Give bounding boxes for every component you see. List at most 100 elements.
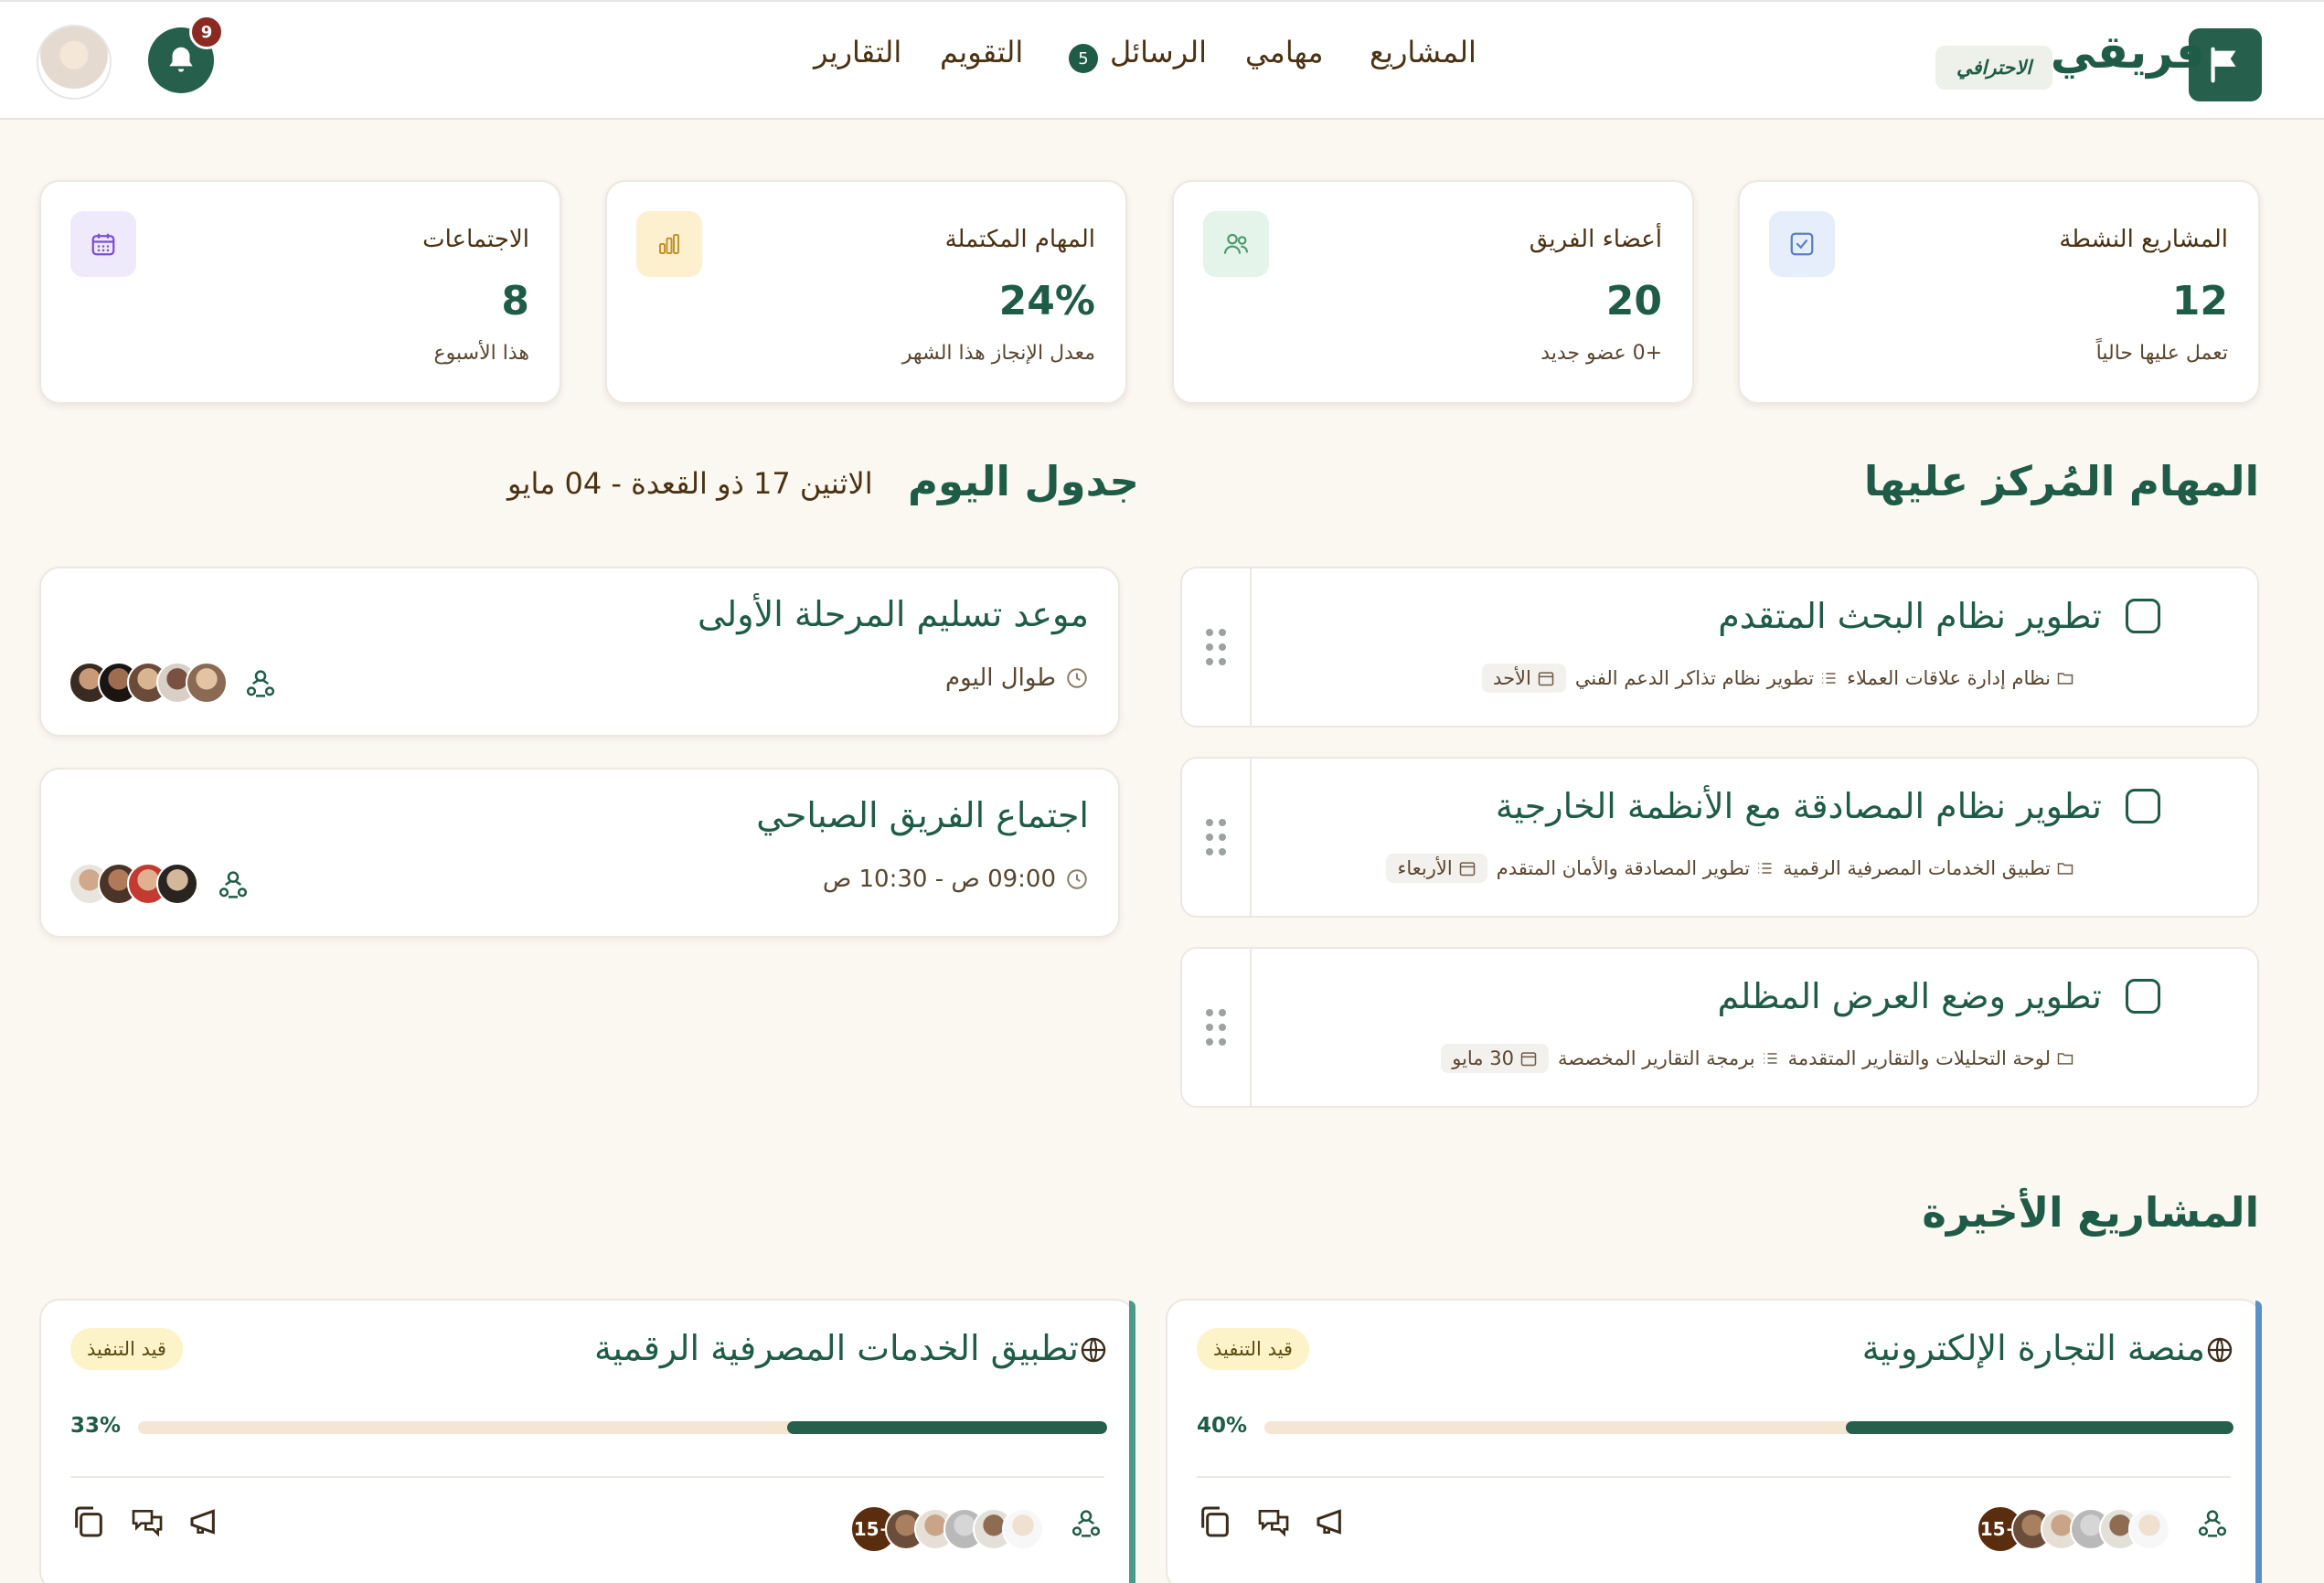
- stat-value: 20: [1605, 278, 1662, 324]
- task-title: تطوير نظام البحث المتقدم: [1718, 596, 2102, 636]
- user-avatar[interactable]: [37, 25, 112, 100]
- schedule-event-card[interactable]: موعد تسليم المرحلة الأولى طوال اليوم: [39, 567, 1120, 737]
- bell-icon: [169, 47, 193, 72]
- participants-icon: [1071, 1510, 1101, 1537]
- stat-subtitle: +0 عضو جديد: [1540, 342, 1662, 365]
- folder-icon: [2057, 1053, 2073, 1065]
- task-meta: تطبيق الخدمات المصرفية الرقمية تطوير الم…: [1386, 854, 2074, 883]
- files-icon[interactable]: [1197, 1503, 1233, 1540]
- participants-icon: [246, 670, 275, 697]
- stat-card-active-projects: المشاريع النشطة 12 تعمل عليها حالياً: [1738, 180, 2260, 404]
- project-card[interactable]: تطبيق الخدمات المصرفية الرقمية قيد التنف…: [39, 1299, 1135, 1583]
- megaphone-icon[interactable]: [187, 1503, 224, 1540]
- progress-percent: 40%: [1197, 1414, 1248, 1438]
- task-due-chip: الأربعاء: [1386, 854, 1487, 883]
- stat-icon-box: [636, 211, 702, 277]
- project-members[interactable]: 15+: [1977, 1505, 2170, 1553]
- stat-value: 24%: [998, 278, 1095, 324]
- participants-icon-wrap: [242, 665, 279, 702]
- stat-title: المهام المكتملة: [944, 226, 1095, 253]
- calendar-icon: [1520, 1052, 1537, 1067]
- event-title: اجتماع الفريق الصباحي: [756, 795, 1089, 835]
- project-status-badge: قيد التنفيذ: [1197, 1328, 1309, 1370]
- project-accent: [1129, 1301, 1135, 1583]
- project-members[interactable]: 15+: [850, 1505, 1044, 1553]
- task-list: برمجة التقارير المخصصة: [1558, 1047, 1779, 1069]
- event-time: 09:00 ص - 10:30 ص: [823, 866, 1089, 893]
- stat-value: 8: [501, 278, 529, 324]
- task-checkbox[interactable]: [2126, 979, 2160, 1014]
- messages-count-badge: 5: [1069, 44, 1098, 73]
- focus-task-card[interactable]: تطوير نظام البحث المتقدم نظام إدارة علاق…: [1180, 567, 2259, 728]
- nav-calendar[interactable]: التقويم: [940, 35, 1023, 69]
- flag-icon: [2211, 47, 2236, 83]
- schedule-date: الاثنين 17 ذو القعدة - 04 مايو: [507, 466, 873, 501]
- task-due-date: الأحد: [1493, 667, 1531, 689]
- megaphone-icon[interactable]: [1314, 1503, 1350, 1540]
- stat-title: أعضاء الفريق: [1529, 226, 1662, 253]
- project-status-badge: قيد التنفيذ: [70, 1328, 183, 1370]
- event-title: موعد تسليم المرحلة الأولى: [697, 594, 1089, 634]
- comments-icon[interactable]: [129, 1503, 165, 1540]
- globe-icon-wrap: [1079, 1335, 1108, 1365]
- event-time-text: طوال اليوم: [944, 664, 1056, 692]
- participant-avatar: [186, 662, 228, 704]
- participants-icon-wrap: [215, 866, 251, 903]
- task-meta: نظام إدارة علاقات العملاء تطوير نظام تذا…: [1482, 664, 2074, 693]
- event-participants[interactable]: [69, 863, 198, 905]
- clock-icon: [1067, 869, 1087, 889]
- event-time: طوال اليوم: [945, 664, 1089, 692]
- calendar-icon: [1459, 862, 1475, 876]
- globe-icon: [1081, 1337, 1106, 1363]
- checkbox-icon: [1790, 232, 1814, 256]
- project-accent: [2255, 1301, 2262, 1583]
- nav-messages[interactable]: الرسائل: [1110, 35, 1207, 69]
- stat-icon-box: [1769, 211, 1835, 277]
- clock-icon: [1067, 668, 1087, 688]
- progress-fill: [1846, 1421, 2233, 1434]
- project-card[interactable]: منصة التجارة الإلكترونية قيد التنفيذ 40%…: [1166, 1299, 2262, 1583]
- stat-subtitle: هذا الأسبوع: [433, 342, 529, 365]
- task-project-name: تطبيق الخدمات المصرفية الرقمية: [1783, 857, 2051, 879]
- stat-card-team-members: أعضاء الفريق 20 +0 عضو جديد: [1172, 180, 1694, 404]
- progress-bar: [138, 1421, 1107, 1434]
- task-project: نظام إدارة علاقات العملاء: [1847, 667, 2074, 689]
- list-icon: [1822, 673, 1836, 684]
- folder-icon: [2057, 673, 2073, 685]
- list-icon: [1763, 1053, 1777, 1064]
- calendar-icon: [1538, 672, 1554, 686]
- drag-dots-icon: [1206, 819, 1226, 855]
- focus-task-card[interactable]: تطوير وضع العرض المظلم لوحة التحليلات وا…: [1180, 947, 2259, 1108]
- stat-card-completed-tasks: المهام المكتملة 24% معدل الإنجاز هذا الش…: [605, 180, 1127, 404]
- task-due-chip: الأحد: [1482, 664, 1566, 693]
- list-icon: [1758, 863, 1772, 874]
- divider: [1197, 1476, 2231, 1478]
- bar-chart-icon: [659, 234, 679, 254]
- schedule-event-card[interactable]: اجتماع الفريق الصباحي 09:00 ص - 10:30 ص: [39, 768, 1120, 938]
- task-meta: لوحة التحليلات والتقارير المتقدمة برمجة …: [1441, 1044, 2074, 1073]
- task-list-name: برمجة التقارير المخصصة: [1557, 1047, 1755, 1069]
- plan-badge: الاحترافي: [1935, 46, 2052, 90]
- drag-handle[interactable]: [1182, 759, 1252, 916]
- nav-my-tasks[interactable]: مهامي: [1245, 35, 1323, 69]
- focus-tasks-heading: المهام المُركز عليها: [1863, 457, 2259, 505]
- task-due-chip: 30 مايو: [1441, 1044, 1549, 1073]
- drag-handle[interactable]: [1182, 949, 1252, 1106]
- comments-icon[interactable]: [1255, 1503, 1292, 1540]
- progress-fill: [787, 1421, 1107, 1434]
- nav-projects[interactable]: المشاريع: [1370, 35, 1476, 69]
- task-checkbox[interactable]: [2126, 599, 2160, 633]
- stat-value: 12: [2171, 278, 2228, 324]
- files-icon[interactable]: [70, 1503, 107, 1540]
- task-due-date: 30 مايو: [1452, 1047, 1514, 1069]
- task-list: تطوير المصادقة والأمان المتقدم: [1497, 857, 1774, 879]
- nav-reports[interactable]: التقارير: [814, 35, 901, 69]
- drag-handle[interactable]: [1182, 568, 1252, 726]
- event-participants[interactable]: [69, 662, 228, 704]
- members-icon-wrap: [1068, 1505, 1104, 1542]
- task-project-name: لوحة التحليلات والتقارير المتقدمة: [1787, 1047, 2051, 1069]
- project-title: تطبيق الخدمات المصرفية الرقمية: [593, 1328, 1079, 1368]
- task-checkbox[interactable]: [2126, 789, 2160, 823]
- stat-icon-box: [1203, 211, 1269, 277]
- focus-task-card[interactable]: تطوير نظام المصادقة مع الأنظمة الخارجية …: [1180, 757, 2259, 918]
